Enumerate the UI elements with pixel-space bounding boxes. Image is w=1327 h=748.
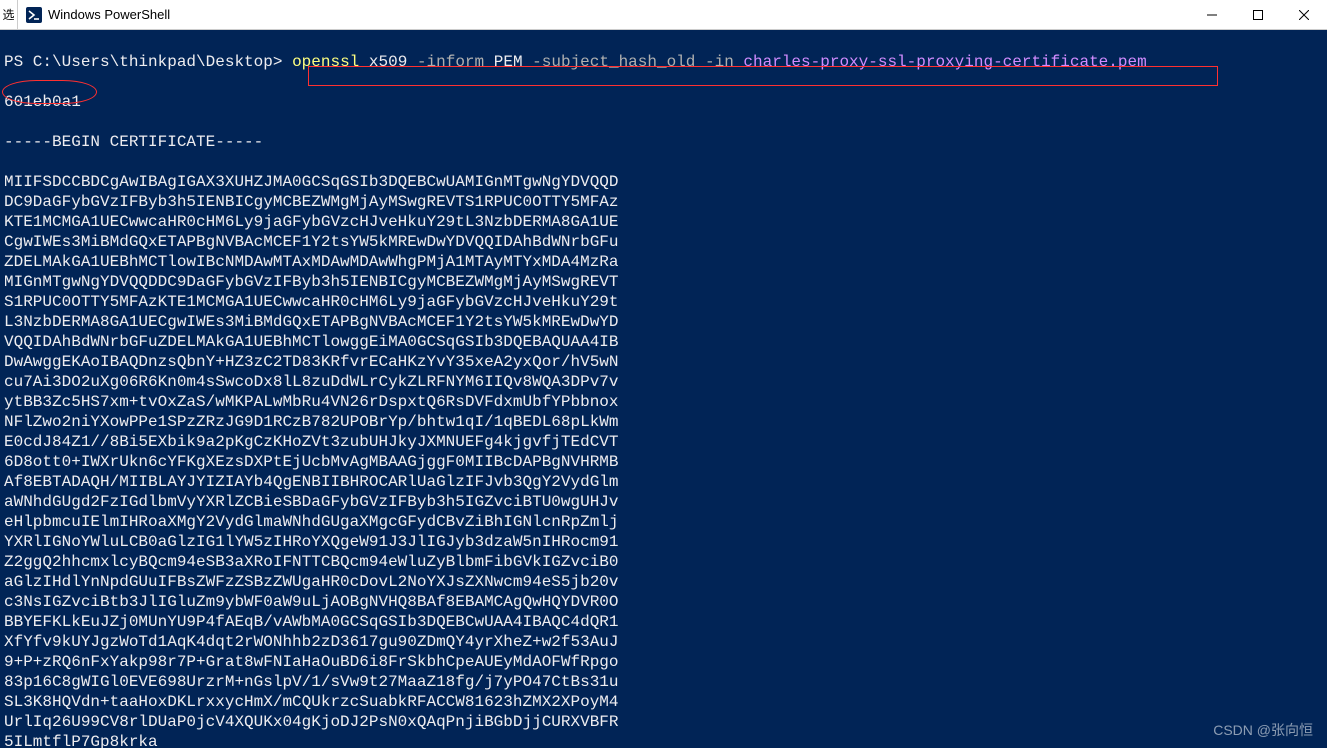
cert-line: eHlpbmcuIElmIHRoaXMgY2VydGlmaWNhdGUgaXMg… [4,512,1323,532]
cert-body: MIIFSDCCBDCgAwIBAgIGAX3XUHZJMA0GCSqGSIb3… [4,172,1323,748]
val-inform: PEM [494,53,523,71]
cert-line: aGlzIHdlYnNpdGUuIFBsZWFzZSBzZWUgaHR0cDov… [4,572,1323,592]
cert-line: DC9DaGFybGVzIFByb3h5IENBICgyMCBEZWMgMjAy… [4,192,1323,212]
cert-line: 5ILmtflP7Gp8krka [4,732,1323,748]
cmd-file: charles-proxy-ssl-proxying-certificate.p… [743,53,1146,71]
watermark: CSDN @张向恒 [1213,720,1313,740]
cert-begin: -----BEGIN CERTIFICATE----- [4,132,1323,152]
cert-line: c3NsIGZvciBtb3JlIGluZm9ybWF0aW9uLjAOBgNV… [4,592,1323,612]
cert-line: Z2ggQ2hhcmxlcyBQcm94eSB3aXRoIFNTTCBQcm94… [4,552,1323,572]
cert-line: E0cdJ84Z1//8Bi5EXbik9a2pKgCzKHoZVt3zubUH… [4,432,1323,452]
window-titlebar: 选 Windows PowerShell [0,0,1327,30]
cmd-sub: x509 [369,53,407,71]
cert-line: L3NzbDERMA8GA1UECgwIWEs3MiBMdGQxETAPBgNV… [4,312,1323,332]
cert-line: UrlIq26U99CV8rlDUaP0jcV4XQUKx04gKjoDJ2Ps… [4,712,1323,732]
cert-line: DwAwggEKAoIBAQDnzsQbnY+HZ3zC2TD83KRfvrEC… [4,352,1323,372]
flag-inform: -inform [417,53,484,71]
cert-line: BBYEFKLkEuJZj0MUnYU9P4fAEqB/vAWbMA0GCSqG… [4,612,1323,632]
close-button[interactable] [1281,0,1327,29]
cert-line: aWNhdGUgd2FzIGdlbmVyYXRlZCBieSBDaGFybGVz… [4,492,1323,512]
side-tab: 选 [0,0,18,30]
cert-line: cu7Ai3DO2uXg06R6Kn0m4sSwcoDx8lL8zuDdWLrC… [4,372,1323,392]
cert-line: NFlZwo2niYXowPPe1SPzZRzJG9D1RCzB782UPOBr… [4,412,1323,432]
window-controls [1189,0,1327,29]
cert-line: 9+P+zRQ6nFxYakp98r7P+Grat8wFNIaHaOuBD6i8… [4,652,1323,672]
flag-hash: -subject_hash_old [532,53,695,71]
cmd-binary: openssl [292,53,359,71]
window-title: Windows PowerShell [48,7,1189,22]
terminal-area[interactable]: PS C:\Users\thinkpad\Desktop> openssl x5… [0,30,1327,748]
cert-line: 83p16C8gWIGl0EVE698UrzrM+nGslpV/1/sVw9t2… [4,672,1323,692]
cert-line: YXRlIGNoYWluLCB0aGlzIG1lYW5zIHRoYXQgeW91… [4,532,1323,552]
hash-output: 601eb0a1 [4,92,1323,112]
cert-line: CgwIWEs3MiBMdGQxETAPBgNVBAcMCEF1Y2tsYW5k… [4,232,1323,252]
cert-line: VQQIDAhBdWNrbGFuZDELMAkGA1UEBhMCTlowggEi… [4,332,1323,352]
prompt: PS C:\Users\thinkpad\Desktop> [4,53,282,71]
cert-line: S1RPUC0OTTY5MFAzKTE1MCMGA1UECwwcaHR0cHM6… [4,292,1323,312]
cert-line: ZDELMAkGA1UEBhMCTlowIBcNMDAwMTAxMDAwMDAw… [4,252,1323,272]
cert-line: Af8EBTADAQH/MIIBLAYJYIZIAYb4QgENBIIBHROC… [4,472,1323,492]
cert-line: ytBB3Zc5HS7xm+tvOxZaS/wMKPALwMbRu4VN26rD… [4,392,1323,412]
minimize-button[interactable] [1189,0,1235,29]
cert-line: MIGnMTgwNgYDVQQDDC9DaGFybGVzIFByb3h5IENB… [4,272,1323,292]
maximize-button[interactable] [1235,0,1281,29]
cert-line: SL3K8HQVdn+taaHoxDKLrxxycHmX/mCQUkrzcSua… [4,692,1323,712]
cert-line: XfYfv9kUYJgzWoTd1AqK4dqt2rWONhhb2zD3617g… [4,632,1323,652]
command-line: PS C:\Users\thinkpad\Desktop> openssl x5… [4,52,1323,72]
powershell-icon [26,7,42,23]
cert-line: MIIFSDCCBDCgAwIBAgIGAX3XUHZJMA0GCSqGSIb3… [4,172,1323,192]
flag-in: -in [705,53,734,71]
cert-line: 6D8ott0+IWXrUkn6cYFKgXEzsDXPtEjUcbMvAgMB… [4,452,1323,472]
cert-line: KTE1MCMGA1UECwwcaHR0cHM6Ly9jaGFybGVzcHJv… [4,212,1323,232]
